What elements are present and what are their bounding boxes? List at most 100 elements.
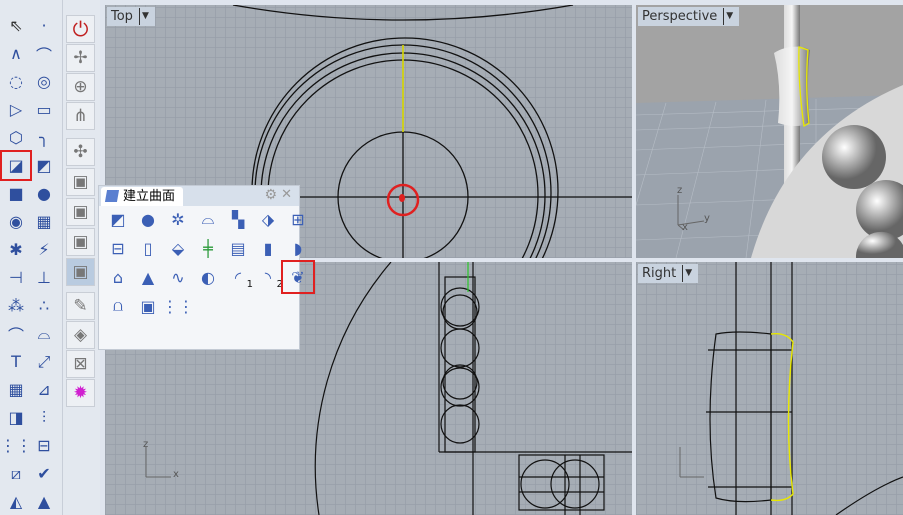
srf-from-network-icon[interactable]: ⬙ [165, 235, 191, 261]
viewport-title: Right [642, 266, 677, 281]
extrude-cylinder-icon[interactable]: ▮ [255, 235, 281, 261]
stop-icon[interactable]: ⏻ [66, 15, 95, 43]
grid-array-icon[interactable]: ⋮⋮ [0, 433, 32, 458]
boolean-split-icon[interactable]: ⚡ [31, 237, 57, 262]
scale-icon[interactable]: ⤢ [31, 349, 57, 374]
split-icon[interactable]: ⊥ [31, 265, 57, 290]
extrude-dome-icon[interactable]: ⌂ [105, 264, 131, 290]
ellipse-icon[interactable]: ◎ [31, 69, 57, 94]
revolve-icon[interactable]: ◐ [195, 264, 221, 290]
viewport-title: Top [111, 9, 133, 24]
dropdown-icon[interactable]: ▼ [138, 8, 149, 25]
arc-icon[interactable]: ▷ [3, 97, 29, 122]
surface-from-points-icon[interactable]: ◪ [0, 150, 32, 181]
drape-icon[interactable]: ⩍ [105, 293, 131, 319]
viewport-perspective[interactable]: z y x Perspective ▼ [636, 5, 903, 258]
rail-revolve-icon[interactable]: ⬗ [255, 206, 281, 232]
check-icon[interactable]: ✔ [31, 461, 57, 486]
dropdown-icon[interactable]: ▼ [723, 8, 733, 25]
cone-icon[interactable]: ▲ [135, 264, 161, 290]
polyline-icon[interactable]: ∧ [3, 41, 29, 66]
box-icon[interactable]: ■ [3, 181, 29, 206]
axis-label-x: x [682, 222, 688, 233]
loft-spray-icon[interactable]: ✲ [165, 206, 191, 232]
sphere-grid-icon[interactable]: ⊕ [66, 73, 95, 101]
select-arrow-icon[interactable]: ⇖ [3, 13, 29, 38]
point-icon[interactable]: · [31, 13, 57, 38]
circles-group-icon[interactable]: ⁂ [3, 293, 29, 318]
axis-label-z: z [677, 185, 683, 196]
curve-icon[interactable]: ⌒ [31, 41, 57, 66]
mesh-tool-icon[interactable]: ✢ [66, 44, 95, 72]
view-cube-top-icon[interactable]: ▣ [66, 168, 95, 196]
align-icon[interactable]: ⊿ [31, 377, 57, 402]
trim-icon[interactable]: ⊣ [3, 265, 29, 290]
viewport-label-perspective[interactable]: Perspective ▼ [638, 7, 740, 26]
viewport-label-right[interactable]: Right ▼ [638, 264, 699, 283]
sweep-1-rail-icon[interactable]: ◜ 1 [225, 264, 253, 291]
heightfield-icon[interactable]: ▤ [225, 235, 251, 261]
dimension-icon[interactable]: ⊟ [31, 433, 57, 458]
surface-from-corners-icon[interactable]: ◩ [105, 206, 131, 232]
viewport-title: Perspective [642, 9, 718, 24]
blend-curve-icon[interactable]: ⌓ [31, 321, 57, 346]
polygon-icon[interactable]: ⬡ [3, 125, 29, 150]
gear-icon[interactable]: ⚙ [264, 187, 277, 203]
axis-label-z: z [143, 439, 149, 450]
extrude-surface-icon[interactable]: ◩ [31, 153, 57, 178]
sphere-union-icon[interactable]: ● [31, 181, 57, 206]
rail-revolve-selected-icon[interactable]: ❦ [281, 260, 315, 294]
material-icon[interactable]: ◈ [66, 321, 95, 349]
sweep1-icon[interactable]: ⌓ [195, 206, 221, 232]
view-cube-right-icon[interactable]: ▣ [66, 228, 95, 256]
panel-title: 建立曲面 [123, 189, 176, 204]
zoom-extents-icon[interactable]: ⊠ [66, 350, 95, 378]
sweep-number-label: 2 [276, 279, 283, 290]
view-cube-perspective-icon[interactable]: ▣ [66, 258, 95, 286]
fillet-curve-icon[interactable]: ╮ [31, 125, 57, 150]
main-toolbar: ⇖ · ∧ ⌒ ◌ ◎ ▷ ▭ ⬡ ╮ ◪ ◩ ■ ● ◉ ▦ ✱ ⚡ ⊣ ⊥ ⁂ ∴ ⌒ ⌓ T ⤢ ▦ ⊿ ◨ ⫶ ⋮⋮ ⊟ ⧄ ✔ ◭ ▲ [0, 0, 62, 515]
close-icon[interactable]: ✕ [281, 187, 292, 202]
gumball-icon[interactable]: ✣ [66, 138, 95, 166]
surface-icon [104, 190, 120, 202]
network-icon[interactable]: ⋔ [66, 102, 95, 130]
sphere-surface-icon[interactable]: ● [135, 206, 161, 232]
right-view-geometry [679, 262, 903, 515]
axis-label-x: x [173, 469, 179, 480]
solid-edit-icon[interactable]: ◨ [3, 405, 29, 430]
dropdown-icon[interactable]: ▼ [682, 265, 692, 282]
render-icon[interactable]: ✎ [66, 292, 95, 320]
edge-surface-icon[interactable]: ⊟ [105, 235, 131, 261]
top-outer-arc [232, 5, 574, 21]
image-surface-icon[interactable]: ▣ [135, 293, 161, 319]
axis-label-y: y [704, 213, 710, 224]
explode-icon[interactable]: ✱ [3, 237, 29, 262]
shapes-icon[interactable]: ◭ [3, 489, 29, 514]
circle-icon[interactable]: ◌ [3, 69, 29, 94]
panel-tab[interactable]: 建立曲面 [101, 187, 184, 206]
text-icon[interactable]: T [3, 349, 29, 374]
project-icon[interactable]: ⫶ [31, 405, 57, 430]
viewport-right[interactable]: Right ▼ [636, 262, 903, 515]
point-grid-icon[interactable]: ⋮⋮ [162, 293, 194, 319]
rectangle-icon[interactable]: ▭ [31, 97, 57, 122]
create-surface-panel: 建立曲面 ⚙ ✕ ◩ ● ✲ ⌓ ▚ ⬗ ⊞ ⊟ ▯ ⬙ ╪ ▤ ▮ ◗ ⌂ ▲ ∿ ◐ ◜ 1 ◝ 2 ❦ ⩍ ▣ ⋮⋮ [98, 185, 315, 350]
offset-curve-icon[interactable]: ⌒ [3, 321, 29, 346]
planar-surface-icon[interactable]: ⊞ [285, 206, 311, 232]
sweep-2-rail-icon[interactable]: ◝ 2 [255, 264, 283, 291]
mesh-surface-icon[interactable]: ▦ [31, 209, 57, 234]
pyramid-light-icon[interactable]: ▲ [31, 489, 57, 514]
vertical-plane-icon[interactable]: ▯ [135, 235, 161, 261]
perspective-geometry [636, 5, 903, 258]
cylinder-cut-icon[interactable]: ◉ [3, 209, 29, 234]
points-group-icon[interactable]: ∴ [31, 293, 57, 318]
cutting-plane-icon[interactable]: ╪ [195, 235, 221, 261]
sweep-rail-icon[interactable]: ∿ [165, 264, 191, 290]
viewport-label-top[interactable]: Top ▼ [107, 7, 155, 26]
patch-icon[interactable]: ▚ [225, 206, 251, 232]
plugin-gear-icon[interactable]: ✹ [66, 379, 95, 407]
view-cube-front-icon[interactable]: ▣ [66, 198, 95, 226]
array-icon[interactable]: ▦ [3, 377, 29, 402]
blend-surface-icon[interactable]: ◗ [285, 235, 311, 261]
transform-icon[interactable]: ⧄ [3, 461, 29, 486]
